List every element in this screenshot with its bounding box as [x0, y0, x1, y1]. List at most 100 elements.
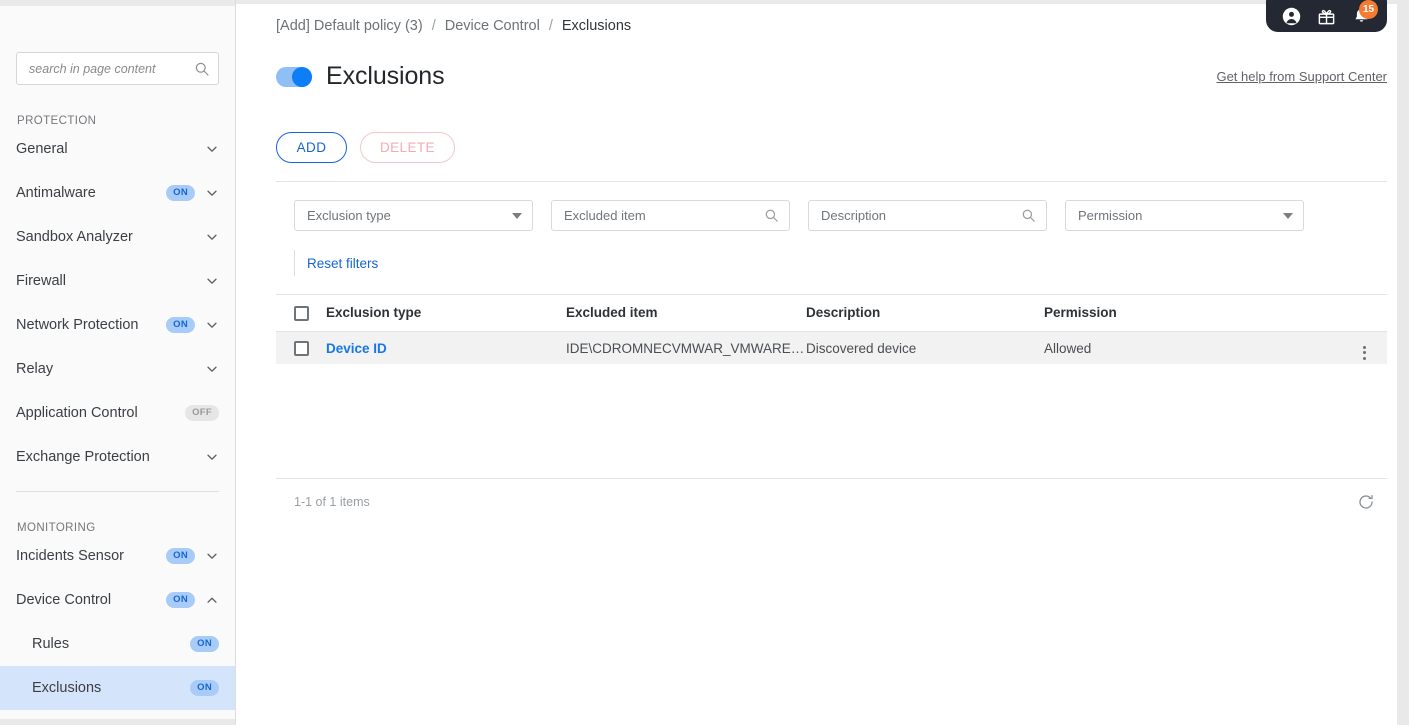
reset-filters-row: Reset filters	[276, 249, 1387, 277]
add-button[interactable]: ADD	[276, 132, 347, 163]
chevron-up-icon[interactable]	[205, 593, 219, 607]
account-icon[interactable]	[1282, 7, 1301, 26]
sidebar-item-label: Antimalware	[16, 185, 96, 201]
gift-icon[interactable]	[1317, 7, 1336, 26]
table-head: Exclusion type Excluded item Description…	[276, 294, 1387, 332]
sidebar-top-strip	[0, 0, 235, 6]
nav-list-protection: General Antimalware ON Sandbox Analyzer	[16, 127, 219, 479]
sidebar-divider	[16, 491, 219, 492]
toolbar: ADD DELETE	[276, 132, 1387, 181]
cell-excluded-item: IDE\CDROMNECVMWAR_VMWARE_...	[566, 340, 806, 356]
sidebar-item-antimalware[interactable]: Antimalware ON	[0, 171, 235, 215]
row-menu-icon[interactable]	[1362, 345, 1366, 360]
status-badge: ON	[166, 185, 195, 201]
permission-filter[interactable]: Permission	[1065, 200, 1304, 231]
description-input[interactable]	[821, 208, 1021, 223]
content-area: ADD DELETE Exclusion type Excluded item …	[236, 132, 1409, 524]
select-all-checkbox[interactable]	[294, 305, 309, 321]
column-header-excluded-item[interactable]: Excluded item	[566, 294, 806, 332]
exclusions-toggle[interactable]	[276, 66, 312, 87]
cell-description: Discovered device	[806, 340, 917, 356]
nav-list-monitoring: Incidents Sensor ON Device Control ON Ru…	[0, 534, 235, 710]
sidebar-item-firewall[interactable]: Firewall	[0, 259, 235, 303]
sidebar-item-application-control[interactable]: Application Control OFF	[0, 391, 235, 435]
main-top-strip	[236, 0, 1409, 4]
refresh-icon[interactable]	[1357, 493, 1375, 511]
sidebar-item-network-protection[interactable]: Network Protection ON	[0, 303, 235, 347]
status-badge: ON	[190, 680, 219, 696]
sidebar-item-relay[interactable]: Relay	[0, 347, 235, 391]
sidebar-search[interactable]	[16, 52, 219, 85]
support-center-link[interactable]: Get help from Support Center	[1216, 69, 1387, 84]
sidebar-item-label: Firewall	[16, 273, 66, 289]
right-edge-strip	[1397, 0, 1409, 725]
sidebar-item-label: Application Control	[16, 405, 138, 421]
row-checkbox[interactable]	[294, 341, 309, 357]
cell-row-actions	[1341, 331, 1387, 364]
sidebar-item-sandbox-analyzer[interactable]: Sandbox Analyzer	[0, 215, 235, 259]
chevron-down-icon[interactable]	[205, 549, 219, 563]
sidebar-item-exclusions[interactable]: Exclusions ON	[0, 666, 235, 710]
sidebar-item-exchange-protection[interactable]: Exchange Protection	[0, 435, 235, 479]
excluded-item-input[interactable]	[564, 208, 764, 223]
cell-permission: Allowed	[1044, 340, 1092, 356]
chevron-down-icon[interactable]	[205, 362, 219, 376]
column-header-description[interactable]: Description	[806, 294, 1044, 332]
exclusions-table: Exclusion type Excluded item Description…	[276, 294, 1387, 365]
sidebar-item-general[interactable]: General	[0, 127, 235, 171]
status-badge: ON	[166, 592, 195, 608]
chevron-down-icon[interactable]	[205, 230, 219, 244]
chevron-down-icon[interactable]	[205, 274, 219, 288]
cell-exclusion-type: Device ID	[326, 331, 566, 364]
sidebar-item-label: Sandbox Analyzer	[16, 229, 133, 245]
search-icon	[764, 208, 779, 223]
chevron-down-icon[interactable]	[205, 142, 219, 156]
sidebar-item-device-control[interactable]: Device Control ON	[0, 578, 235, 622]
bell-icon[interactable]: 15	[1352, 0, 1378, 26]
item-count-label: 1-1 of 1 items	[294, 494, 370, 509]
table-header-row: Exclusion type Excluded item Description…	[276, 294, 1387, 332]
status-badge: OFF	[185, 405, 219, 421]
chevron-down-icon[interactable]	[205, 186, 219, 200]
sidebar-item-label: Device Control	[16, 592, 112, 608]
breadcrumb-separator: /	[431, 18, 436, 34]
notification-count-badge: 15	[1359, 0, 1378, 19]
excluded-item-filter[interactable]	[551, 200, 790, 231]
breadcrumb-item-device-control[interactable]: Device Control	[445, 18, 540, 34]
page-header: Exclusions Get help from Support Center	[236, 62, 1409, 91]
exclusion-type-filter[interactable]: Exclusion type	[294, 200, 533, 231]
reset-filters-link[interactable]: Reset filters	[307, 256, 378, 271]
search-input[interactable]	[29, 61, 194, 76]
exclusion-type-link[interactable]: Device ID	[326, 341, 387, 356]
exclusion-type-filter-value: Exclusion type	[307, 208, 391, 223]
breadcrumb-item-exclusions: Exclusions	[561, 18, 632, 34]
chevron-down-icon[interactable]	[205, 318, 219, 332]
sidebar-item-label: General	[16, 141, 68, 157]
table-row[interactable]: Device ID IDE\CDROMNECVMWAR_VMWARE_... D…	[276, 331, 1387, 365]
column-header-exclusion-type[interactable]: Exclusion type	[326, 294, 566, 332]
status-badge: ON	[190, 636, 219, 652]
sidebar-bottom-strip	[0, 719, 235, 725]
section-label-protection: PROTECTION	[17, 115, 97, 127]
sidebar-item-label: Rules	[32, 636, 70, 652]
chevron-down-icon[interactable]	[205, 450, 219, 464]
column-header-permission[interactable]: Permission	[1044, 294, 1341, 332]
sidebar-item-rules[interactable]: Rules ON	[0, 622, 235, 666]
sidebar-item-incidents-sensor[interactable]: Incidents Sensor ON	[0, 534, 235, 578]
status-badge: ON	[166, 317, 195, 333]
main-content: 15 [Add] Default policy (3) / Device Con…	[236, 0, 1409, 725]
breadcrumb: [Add] Default policy (3) / Device Contro…	[236, 0, 1409, 34]
search-icon	[194, 61, 210, 77]
chevron-down-icon	[1283, 212, 1293, 219]
section-label-monitoring: MONITORING	[17, 522, 96, 534]
sidebar-inner: PROTECTION General Antimalware ON S	[0, 52, 235, 710]
select-all-header	[276, 294, 326, 332]
search-icon	[1021, 208, 1036, 223]
breadcrumb-separator: /	[548, 18, 553, 34]
breadcrumb-item-policy[interactable]: [Add] Default policy (3)	[276, 18, 423, 34]
chevron-down-icon	[512, 212, 522, 219]
topbar-actions: 15	[1266, 0, 1387, 32]
sidebar-item-label: Relay	[16, 361, 54, 377]
sidebar-item-label: Incidents Sensor	[16, 548, 125, 564]
description-filter[interactable]	[808, 200, 1047, 231]
